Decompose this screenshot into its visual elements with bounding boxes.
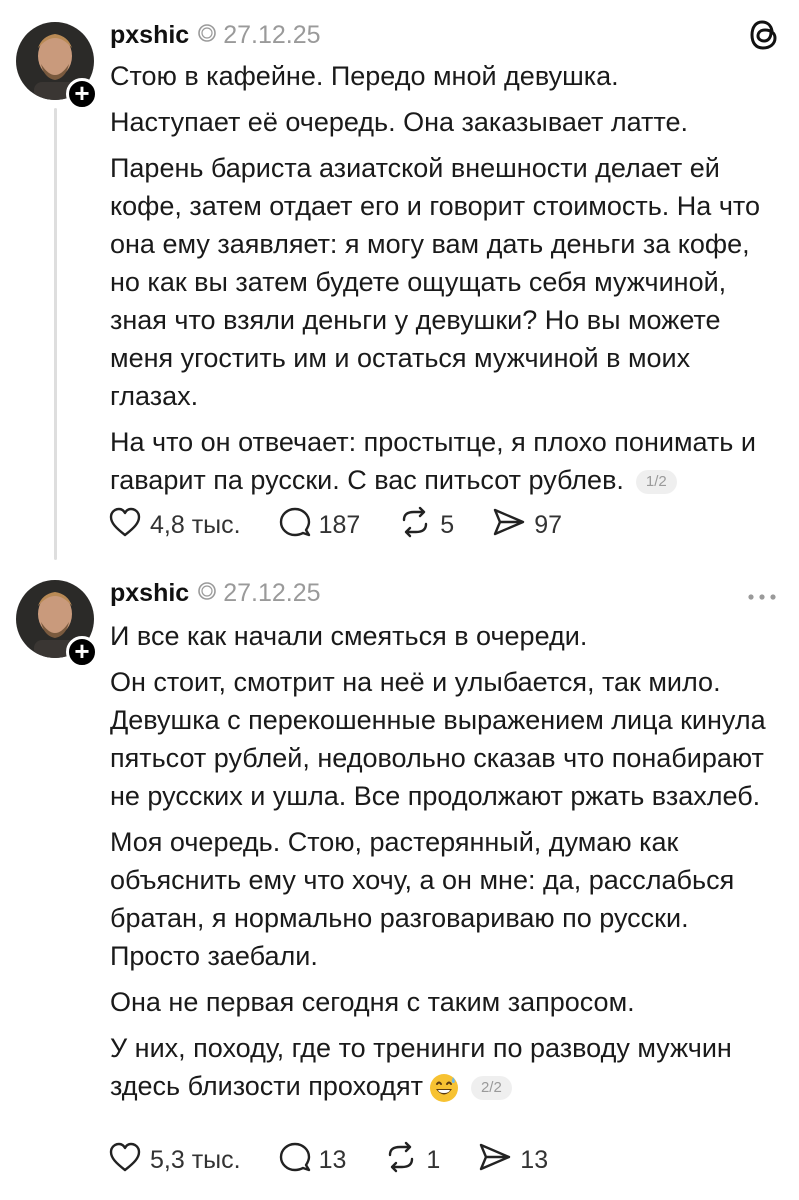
post-paragraph: Стою в кафейне. Передо мной девушка. bbox=[110, 61, 619, 91]
like-count: 4,8 тыс. bbox=[150, 510, 241, 539]
more-horizontal-icon[interactable] bbox=[747, 588, 777, 606]
verified-icon bbox=[197, 579, 217, 608]
share-count: 13 bbox=[520, 1145, 549, 1174]
post-paragraph: Моя очередь. Стою, растерянный, думаю ка… bbox=[110, 827, 735, 971]
share-button[interactable]: 13 bbox=[478, 1141, 548, 1180]
page-indicator: 2/2 bbox=[470, 1075, 512, 1100]
follow-button[interactable]: + bbox=[66, 636, 98, 668]
follow-button[interactable]: + bbox=[66, 78, 98, 110]
post-header: pxshic 27.12.25 bbox=[110, 576, 321, 610]
plus-icon: + bbox=[74, 636, 90, 666]
share-count: 97 bbox=[534, 510, 563, 539]
like-count: 5,3 тыс. bbox=[150, 1145, 241, 1174]
post-header: pxshic 27.12.25 bbox=[110, 18, 321, 52]
comment-icon bbox=[279, 506, 319, 545]
page-indicator: 1/2 bbox=[635, 469, 677, 494]
threads-icon[interactable] bbox=[749, 18, 779, 57]
post-paragraph-last: У них, походу, где то тренинги по развод… bbox=[110, 1029, 775, 1105]
action-bar: 4,8 тыс. 187 5 97 bbox=[108, 505, 600, 545]
send-icon bbox=[478, 1141, 520, 1180]
share-button[interactable]: 97 bbox=[492, 506, 562, 545]
post-body: И все как начали смеяться в очереди. Он … bbox=[110, 617, 775, 1113]
thread-connector-line bbox=[54, 108, 57, 560]
reply-button[interactable]: 187 bbox=[279, 506, 361, 545]
post-body: Стою в кафейне. Передо мной девушка. Нас… bbox=[110, 57, 775, 507]
post-date: 27.12.25 bbox=[223, 578, 321, 607]
post-paragraph: Он стоит, смотрит на неё и улыбается, та… bbox=[110, 667, 766, 811]
repost-icon bbox=[398, 506, 440, 545]
repost-count: 5 bbox=[440, 510, 455, 539]
post-paragraph: И все как начали смеяться в очереди. bbox=[110, 621, 588, 651]
post-paragraph: Парень бариста азиатской внешности делае… bbox=[110, 153, 760, 411]
plus-icon: + bbox=[74, 78, 90, 108]
reply-count: 187 bbox=[318, 510, 361, 539]
repost-button[interactable]: 1 bbox=[384, 1141, 440, 1180]
like-button[interactable]: 5,3 тыс. bbox=[108, 1141, 241, 1180]
post-paragraph: Она не первая сегодня с таким запросом. bbox=[110, 987, 635, 1017]
repost-icon bbox=[384, 1141, 426, 1180]
action-bar: 5,3 тыс. 13 1 13 bbox=[108, 1140, 586, 1180]
comment-icon bbox=[279, 1141, 319, 1180]
repost-button[interactable]: 5 bbox=[398, 506, 454, 545]
username[interactable]: pxshic bbox=[110, 579, 189, 608]
heart-icon bbox=[108, 1141, 150, 1180]
repost-count: 1 bbox=[426, 1145, 441, 1174]
post-paragraph-last: На что он отвечает: простытце, я плохо п… bbox=[110, 423, 775, 499]
heart-icon bbox=[108, 506, 150, 545]
post-date: 27.12.25 bbox=[223, 20, 321, 49]
like-button[interactable]: 4,8 тыс. bbox=[108, 506, 241, 545]
reply-count: 13 bbox=[318, 1145, 347, 1174]
reply-button[interactable]: 13 bbox=[279, 1141, 347, 1180]
grinning-sweat-emoji bbox=[429, 1073, 459, 1103]
username[interactable]: pxshic bbox=[110, 21, 189, 50]
send-icon bbox=[492, 506, 534, 545]
verified-icon bbox=[197, 21, 217, 50]
post-paragraph-text: У них, походу, где то тренинги по развод… bbox=[110, 1033, 732, 1101]
post-paragraph: Наступает её очередь. Она заказывает лат… bbox=[110, 107, 689, 137]
